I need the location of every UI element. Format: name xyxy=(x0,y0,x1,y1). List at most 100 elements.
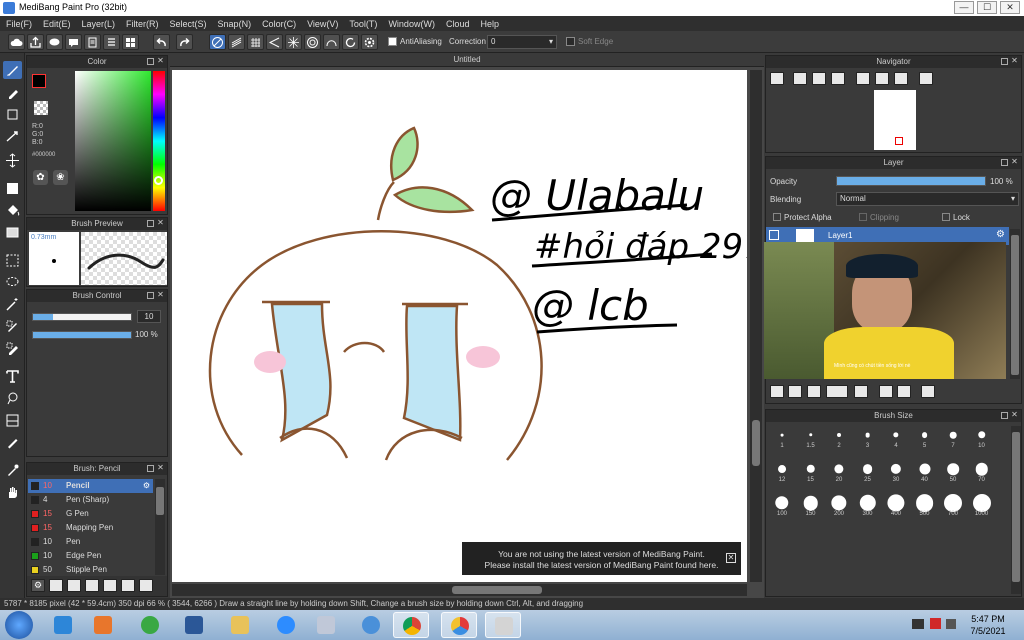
brush-list-item[interactable]: 10 Pencil ⚙ xyxy=(28,479,153,493)
network-icon[interactable] xyxy=(912,619,924,629)
brush-size-option[interactable]: 3 xyxy=(854,424,882,452)
select-eraser-tool-icon[interactable] xyxy=(3,339,22,357)
bucket-tool-icon[interactable] xyxy=(3,201,22,219)
grid-panel-icon[interactable] xyxy=(122,34,139,50)
brush-size-option[interactable]: 150 xyxy=(797,492,825,520)
horizontal-scroll-thumb[interactable] xyxy=(452,586,542,594)
delete-layer-icon[interactable] xyxy=(921,385,935,398)
soft-edge-checkbox[interactable] xyxy=(566,37,575,46)
menu-tool[interactable]: Tool(T) xyxy=(349,19,377,29)
brush-list-scroll-thumb[interactable] xyxy=(156,487,164,515)
concentric-snap-icon[interactable] xyxy=(304,34,321,50)
add-layer-icon[interactable] xyxy=(770,385,784,398)
brush-size-option[interactable]: 12 xyxy=(768,458,796,486)
brush-size-option[interactable]: 30 xyxy=(882,458,910,486)
brush-size-option[interactable]: 1 xyxy=(768,424,796,452)
reset-rotation-icon[interactable] xyxy=(875,72,889,85)
antialiasing-checkbox[interactable] xyxy=(388,37,397,46)
close-icon[interactable]: ✕ xyxy=(1011,156,1018,166)
volume-icon[interactable] xyxy=(946,619,956,629)
brush-size-option[interactable]: 10 xyxy=(968,424,996,452)
lock-checkbox[interactable] xyxy=(942,213,950,221)
eraser-tool-icon[interactable] xyxy=(3,83,22,101)
list-icon[interactable] xyxy=(103,34,120,50)
brush-list-scrollbar[interactable] xyxy=(155,479,165,575)
undock-icon[interactable] xyxy=(147,58,154,65)
clipping-checkbox[interactable] xyxy=(859,213,867,221)
menu-help[interactable]: Help xyxy=(480,19,499,29)
parallel-snap-icon[interactable] xyxy=(228,34,245,50)
taskbar-word[interactable] xyxy=(176,612,212,638)
radial-snap-icon[interactable] xyxy=(285,34,302,50)
brush-list-item[interactable]: 15 G Pen xyxy=(28,507,153,521)
move-cross-icon[interactable] xyxy=(3,151,22,169)
copy-brush-icon[interactable] xyxy=(67,579,81,592)
brush-size-option[interactable]: 20 xyxy=(825,458,853,486)
upload-icon[interactable] xyxy=(27,34,44,50)
comment-icon[interactable] xyxy=(46,34,63,50)
menu-layer[interactable]: Layer(L) xyxy=(82,19,116,29)
curve-snap-icon[interactable] xyxy=(323,34,340,50)
hue-slider[interactable] xyxy=(153,71,165,211)
brush-size-option[interactable]: 2 xyxy=(825,424,853,452)
close-icon[interactable]: ✕ xyxy=(157,217,164,227)
brush-size-option[interactable]: 70 xyxy=(968,458,996,486)
snap-settings-icon[interactable] xyxy=(361,34,378,50)
layer-folder-icon[interactable] xyxy=(854,385,868,398)
brush-size-option[interactable]: 300 xyxy=(854,492,882,520)
menu-file[interactable]: File(F) xyxy=(6,19,32,29)
balloon-tool-icon[interactable] xyxy=(3,389,22,407)
brush-size-scrollbar[interactable] xyxy=(1011,426,1021,594)
brush-gear-icon[interactable]: ⚙ xyxy=(143,479,150,493)
perspective-snap-icon[interactable] xyxy=(266,34,283,50)
brush-settings-icon[interactable]: ⚙ xyxy=(31,579,45,592)
maximize-button[interactable]: ☐ xyxy=(977,1,997,14)
menu-snap[interactable]: Snap(N) xyxy=(218,19,252,29)
brush-size-option[interactable]: 40 xyxy=(911,458,939,486)
lasso-tool-icon[interactable] xyxy=(3,273,22,291)
taskbar-paint[interactable] xyxy=(485,612,521,638)
protect-alpha-checkbox[interactable] xyxy=(773,213,781,221)
brush-size-option[interactable]: 7 xyxy=(939,424,967,452)
taskbar-chrome[interactable] xyxy=(393,612,429,638)
hand-tool-icon[interactable] xyxy=(3,483,22,501)
brush-list-item[interactable]: 50 Stipple Pen xyxy=(28,563,153,577)
undock-icon[interactable] xyxy=(147,465,154,472)
snap-off-icon[interactable] xyxy=(209,34,226,50)
dot-tool-icon[interactable] xyxy=(3,105,22,123)
close-icon[interactable]: ✕ xyxy=(1011,55,1018,65)
unikey-tray-icon[interactable] xyxy=(930,618,941,629)
menu-filter[interactable]: Filter(R) xyxy=(126,19,159,29)
brush-folder-icon[interactable] xyxy=(121,579,135,592)
notice-close-icon[interactable]: ✕ xyxy=(726,553,736,563)
close-icon[interactable]: ✕ xyxy=(1011,409,1018,419)
brush-opacity-slider[interactable] xyxy=(32,331,132,339)
select-pen-tool-icon[interactable] xyxy=(3,317,22,335)
drawing-canvas[interactable]: @ Ulabalu #hỏi đáp 297 @ lcb xyxy=(172,70,765,582)
brush-size-option[interactable]: 200 xyxy=(825,492,853,520)
color-saturation-field[interactable] xyxy=(75,71,151,211)
rotate-left-icon[interactable] xyxy=(856,72,870,85)
vertical-scroll-thumb[interactable] xyxy=(752,420,760,466)
brush-size-option[interactable]: 50 xyxy=(939,458,967,486)
cloud-icon[interactable] xyxy=(8,34,25,50)
taskbar-explorer[interactable] xyxy=(222,612,258,638)
add-halftone-layer-icon[interactable] xyxy=(788,385,802,398)
brush-size-option[interactable]: 400 xyxy=(882,492,910,520)
menu-select[interactable]: Select(S) xyxy=(170,19,207,29)
horizontal-scrollbar[interactable] xyxy=(172,584,747,596)
undock-icon[interactable] xyxy=(1001,58,1008,65)
magic-wand-tool-icon[interactable] xyxy=(3,295,22,313)
brush-size-option[interactable]: 1000 xyxy=(968,492,996,520)
select-rect-tool-icon[interactable] xyxy=(3,251,22,269)
brush-size-option[interactable]: 25 xyxy=(854,458,882,486)
grid-snap-icon[interactable] xyxy=(247,34,264,50)
color-wheel-icon[interactable]: ❀ xyxy=(53,170,68,185)
menu-cloud[interactable]: Cloud xyxy=(446,19,470,29)
close-icon[interactable]: ✕ xyxy=(157,55,164,65)
document-tab[interactable]: Untitled xyxy=(170,53,764,67)
brush-list-item[interactable]: 10 Edge Pen xyxy=(28,549,153,563)
brush-list-item[interactable]: 10 Pen xyxy=(28,535,153,549)
flip-icon[interactable] xyxy=(919,72,933,85)
correction-select[interactable]: 0 ▾ xyxy=(487,35,557,49)
